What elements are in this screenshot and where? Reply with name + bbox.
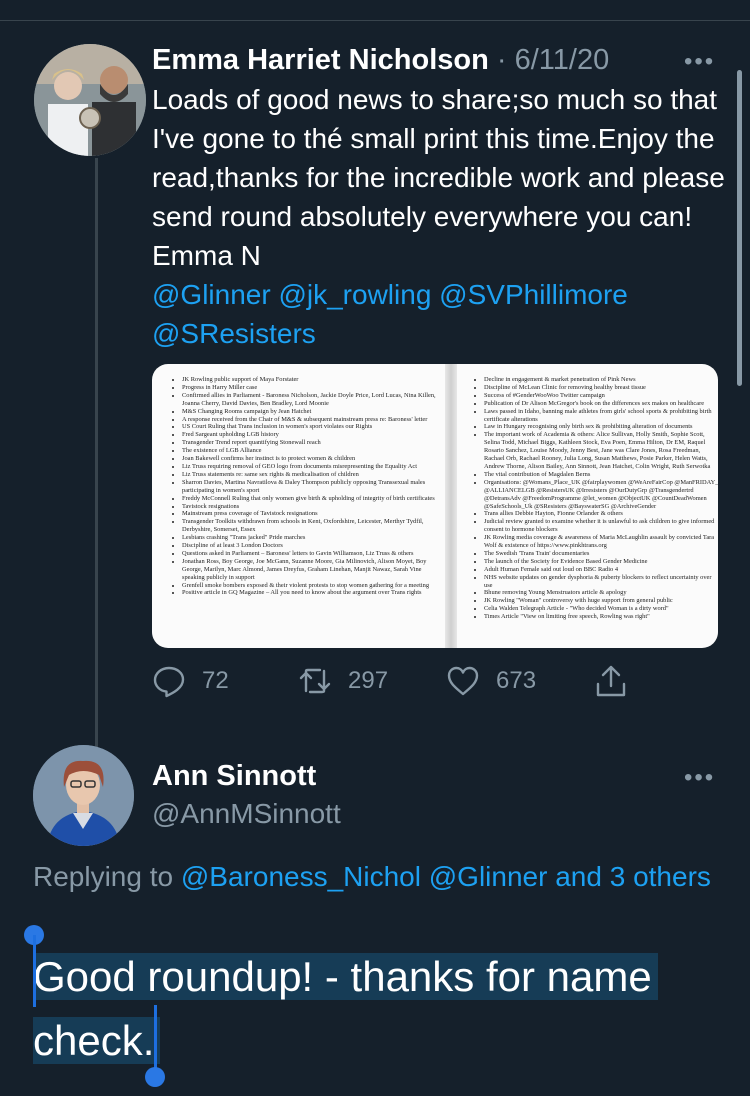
document-bullet-item: Tavistock resignations <box>182 503 444 511</box>
document-bullet-item: Publication of Dr Alison McGregor's book… <box>484 400 718 408</box>
document-bullet-item: NHS website updates on gender dysphoria … <box>484 574 718 590</box>
author-handle[interactable]: @AnnMSinnott <box>152 798 341 830</box>
reply-count: 72 <box>202 667 229 694</box>
document-bullet-item: Positive article in GQ Magazine – All yo… <box>182 589 444 597</box>
like-count: 673 <box>496 667 537 694</box>
author-name[interactable]: Ann Sinnott <box>152 760 316 793</box>
attached-document-image[interactable]: JK Rowling public support of Maya Forsta… <box>152 364 718 648</box>
document-bullet-item: US Court Ruling that Trans inclusion in … <box>182 423 444 431</box>
reply-icon <box>153 666 185 698</box>
document-bullet-item: JK Rowling "Woman" controversy with huge… <box>484 597 718 605</box>
document-bullet-item: A response received from the Chair of M&… <box>182 416 444 424</box>
document-bullet-item: Bhune removing Young Menstruators articl… <box>484 589 718 597</box>
top-divider <box>0 20 750 21</box>
replying-others-link[interactable]: and 3 others <box>555 861 711 892</box>
document-bullet-item: Organisations: @Womans_Place_UK @fairpla… <box>484 479 718 511</box>
selection-end-caret <box>154 1005 157 1073</box>
document-bullet-item: Transgender Trend report quantifying Sto… <box>182 439 444 447</box>
document-bullet-item: Decline in engagement & market penetrati… <box>484 376 718 384</box>
document-bullet-item: Discipline of at least 3 London Doctors <box>182 542 444 550</box>
document-bullet-item: Laws passed in Idaho, banning male athle… <box>484 408 718 424</box>
tweet-body: Loads of good news to share;so much so t… <box>152 84 725 271</box>
document-bullet-item: Confirmed allies in Parliament - Barones… <box>182 392 444 408</box>
mention-links-line2[interactable]: @SResisters <box>152 318 316 349</box>
document-left-column: JK Rowling public support of Maya Forsta… <box>168 376 444 597</box>
document-bullet-item: The important work of Academia & others:… <box>484 431 718 471</box>
document-bullet-item: Judicial review granted to examine wheth… <box>484 518 718 534</box>
avatar[interactable] <box>34 44 146 156</box>
share-button[interactable] <box>594 664 644 698</box>
document-bullet-item: M&S Changing Rooms campaign by Jean Hatc… <box>182 408 444 416</box>
document-bullet-item: Mainstream press coverage of Tavistock r… <box>182 510 444 518</box>
document-bullet-item: Adult Human Female said out loud on BBC … <box>484 566 718 574</box>
document-bullet-item: Progress in Harry Miller case <box>182 384 444 392</box>
document-bullet-item: Joan Bakewell confirms her instinct is t… <box>182 455 444 463</box>
document-bullet-item: Liz Truss statements re: same sex rights… <box>182 471 444 479</box>
document-bullet-item: The Swedish 'Trans Train' documentaries <box>484 550 718 558</box>
document-bullet-item: The launch of the Society for Evidence B… <box>484 558 718 566</box>
more-dots-icon[interactable]: ••• <box>684 766 715 790</box>
document-bullet-item: Discipline of McLean Clinic for removing… <box>484 384 718 392</box>
document-bullet-item: Freddy McConnell Ruling that only women … <box>182 495 444 503</box>
document-bullet-item: Liz Truss requiring removal of GEO logo … <box>182 463 444 471</box>
document-bullet-item: JK Rowling media coverage & awareness of… <box>484 534 718 550</box>
document-bullet-item: Success of #GenderWooWoo Twitter campaig… <box>484 392 718 400</box>
thread-line <box>95 158 98 748</box>
selection-end-handle[interactable] <box>145 1067 165 1087</box>
document-bullet-item: Trans allies Debbie Hayton, Fionne Orlan… <box>484 510 718 518</box>
avatar-photo <box>33 745 134 846</box>
share-icon <box>596 665 626 697</box>
tweet-text: Loads of good news to share;so much so t… <box>152 80 727 353</box>
mention-links-line1[interactable]: @Glinner @jk_rowling @SVPhillimore <box>152 279 628 310</box>
document-bullet-item: Law in Hungary recognising only birth se… <box>484 423 718 431</box>
document-bullet-item: The existence of LGB Alliance <box>182 447 444 455</box>
document-bullet-item: Jonathan Ross, Boy George, Joe McGann, S… <box>182 558 444 582</box>
reply-text-line1: Good roundup! - thanks for name <box>33 953 658 1000</box>
document-bullet-item: Times Article "View on limiting free spe… <box>484 613 718 621</box>
reply-button[interactable]: 72 <box>152 664 229 698</box>
header-separator: · <box>488 44 515 76</box>
document-bullet-item: Lesbians crashing "Trans jacked" Pride m… <box>182 534 444 542</box>
retweet-count: 297 <box>348 667 389 694</box>
document-bullet-item: Grenfell smoke bombers exposed & their v… <box>182 582 444 590</box>
document-bullet-item: JK Rowling public support of Maya Forsta… <box>182 376 444 384</box>
document-bullet-item: Sharron Davies, Martina Navratilova & Da… <box>182 479 444 495</box>
document-bullet-item: Celia Walden Telegraph Article - "Who de… <box>484 605 718 613</box>
reply-text-selected[interactable]: Good roundup! - thanks for name check. <box>33 945 723 1073</box>
more-dots-icon[interactable]: ••• <box>684 50 715 74</box>
replying-prefix: Replying to <box>33 861 181 892</box>
replying-to: Replying to @Baroness_Nichol @Glinner an… <box>33 856 713 898</box>
heart-icon <box>447 666 479 696</box>
retweet-button[interactable]: 297 <box>298 664 388 698</box>
scrollbar[interactable] <box>737 70 742 386</box>
like-button[interactable]: 673 <box>446 664 536 698</box>
document-bullet-item: Questions asked in Parliament – Baroness… <box>182 550 444 558</box>
document-bullet-item: The vital contribution of Magdalen Berns <box>484 471 718 479</box>
document-bullet-item: Fred Sargeant upholding LGB history <box>182 431 444 439</box>
avatar-photo <box>34 44 146 156</box>
document-bullet-item: Transgender Toolkits withdrawn from scho… <box>182 518 444 534</box>
reply-text-line2: check. <box>33 1017 161 1064</box>
tweet-header: Emma Harriet Nicholson · 6/11/20 <box>152 42 609 78</box>
selection-start-caret <box>33 935 36 1007</box>
document-right-column: Decline in engagement & market penetrati… <box>470 376 718 621</box>
tweet-date[interactable]: 6/11/20 <box>515 44 610 76</box>
retweet-icon <box>299 668 331 694</box>
replying-mentions[interactable]: @Baroness_Nichol @Glinner <box>181 861 548 892</box>
author-name[interactable]: Emma Harriet Nicholson <box>152 44 489 76</box>
avatar[interactable] <box>33 745 134 846</box>
document-fold <box>445 364 457 648</box>
